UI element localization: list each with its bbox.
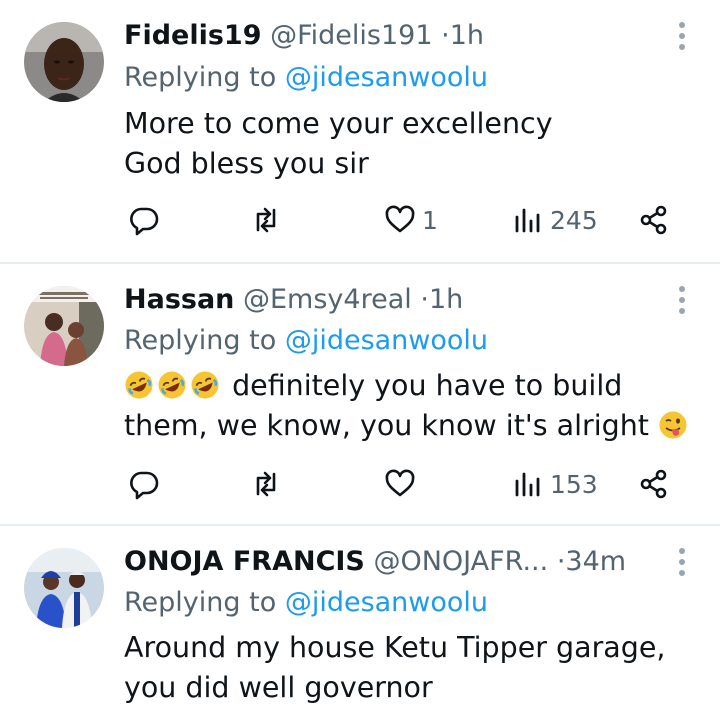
views-icon: [515, 208, 540, 233]
reply-button[interactable]: [128, 464, 160, 504]
views-button[interactable]: 245: [512, 200, 598, 240]
tweet-text-line: definitely you have to build: [124, 366, 680, 406]
tweet-text: More to come your excellency God bless y…: [124, 104, 680, 184]
separator: ·: [420, 284, 429, 315]
replying-to-label: Replying to: [124, 587, 277, 618]
share-button[interactable]: [638, 200, 670, 240]
replying-to-label: Replying to: [124, 325, 277, 356]
mention-link[interactable]: @jidesanwoolu: [285, 325, 488, 356]
tweet-text-line: More to come your excellency: [124, 107, 553, 140]
mention-link[interactable]: @jidesanwoolu: [285, 587, 488, 618]
tweet-header: ONOJA FRANCIS @ONOJAFR... ·34m: [124, 544, 660, 580]
tweet-text-segment: them, we know, you know it's alright: [124, 409, 649, 442]
more-options-icon[interactable]: [678, 548, 686, 576]
user-handle[interactable]: @Fidelis191: [270, 20, 432, 51]
view-count: 245: [550, 205, 598, 235]
replying-to-label: Replying to: [124, 62, 277, 93]
timestamp[interactable]: 1h: [429, 284, 463, 315]
like-icon: [385, 205, 415, 233]
tweet-onoja-francis[interactable]: ONOJA FRANCIS @ONOJAFR... ·34m Replying …: [0, 526, 720, 716]
replying-to: Replying to @jidesanwoolu: [124, 60, 488, 96]
share-button[interactable]: [638, 464, 670, 504]
tweet-text-line: God bless you sir: [124, 147, 369, 180]
display-name[interactable]: ONOJA FRANCIS: [124, 546, 365, 577]
like-button[interactable]: 1: [384, 200, 438, 240]
replying-to: Replying to @jidesanwoolu: [124, 323, 488, 359]
separator: ·: [441, 20, 450, 51]
more-options-icon[interactable]: [678, 286, 686, 314]
tweet-text-segment: definitely you have to build: [232, 369, 623, 402]
share-icon: [640, 205, 667, 235]
rolling-laughing-emoji-icon: [125, 371, 153, 399]
reply-button[interactable]: [128, 200, 160, 240]
rolling-laughing-emoji-icon: [158, 371, 186, 399]
tweet-actions: 153: [0, 464, 720, 504]
avatar-couple-photo: [24, 548, 104, 628]
tweet-text-line: them, we know, you know it's alright: [124, 406, 687, 446]
like-button[interactable]: [384, 464, 422, 504]
tweet-text: definitely you have to build them, we kn…: [124, 366, 687, 446]
avatar-children-photo: [24, 286, 104, 366]
tweet-hassan[interactable]: Hassan @Emsy4real ·1h Replying to @jides…: [0, 264, 720, 524]
retweet-button[interactable]: [250, 200, 282, 240]
tweet-text-line: you did well governor: [124, 671, 433, 704]
mention-link[interactable]: @jidesanwoolu: [285, 62, 488, 93]
more-options-icon[interactable]: [678, 22, 686, 50]
retweet-icon: [256, 471, 276, 497]
tweet-header: Fidelis19 @Fidelis191 ·1h: [124, 18, 660, 54]
views-icon: [515, 472, 540, 497]
timestamp[interactable]: 34m: [565, 546, 626, 577]
display-name[interactable]: Hassan: [124, 284, 234, 315]
winking-tongue-emoji-icon: [659, 411, 687, 439]
tweet-header: Hassan @Emsy4real ·1h: [124, 282, 660, 318]
like-icon: [385, 469, 415, 497]
view-count: 153: [550, 469, 598, 499]
views-button[interactable]: 153: [512, 464, 598, 504]
display-name[interactable]: Fidelis19: [124, 20, 262, 51]
avatar-person-photo: [24, 22, 104, 102]
replying-to: Replying to @jidesanwoolu: [124, 585, 488, 621]
tweet-fidelis19[interactable]: Fidelis19 @Fidelis191 ·1h Replying to @j…: [0, 0, 720, 262]
retweet-button[interactable]: [250, 464, 282, 504]
reply-feed: Fidelis19 @Fidelis191 ·1h Replying to @j…: [0, 0, 720, 716]
tweet-actions: 1 245: [0, 200, 720, 240]
like-count: 1: [422, 205, 438, 235]
tweet-text-line: Around my house Ketu Tipper garage,: [124, 631, 666, 664]
reply-icon: [130, 207, 159, 236]
user-handle[interactable]: @ONOJAFR...: [373, 546, 548, 577]
retweet-icon: [256, 207, 276, 233]
share-icon: [640, 469, 667, 499]
timestamp[interactable]: 1h: [450, 20, 484, 51]
user-handle[interactable]: @Emsy4real: [243, 284, 412, 315]
avatar[interactable]: [24, 548, 104, 628]
tweet-text: Around my house Ketu Tipper garage, you …: [124, 628, 680, 708]
rolling-laughing-emoji-icon: [191, 371, 219, 399]
reply-icon: [130, 471, 159, 500]
avatar[interactable]: [24, 22, 104, 102]
avatar[interactable]: [24, 286, 104, 366]
